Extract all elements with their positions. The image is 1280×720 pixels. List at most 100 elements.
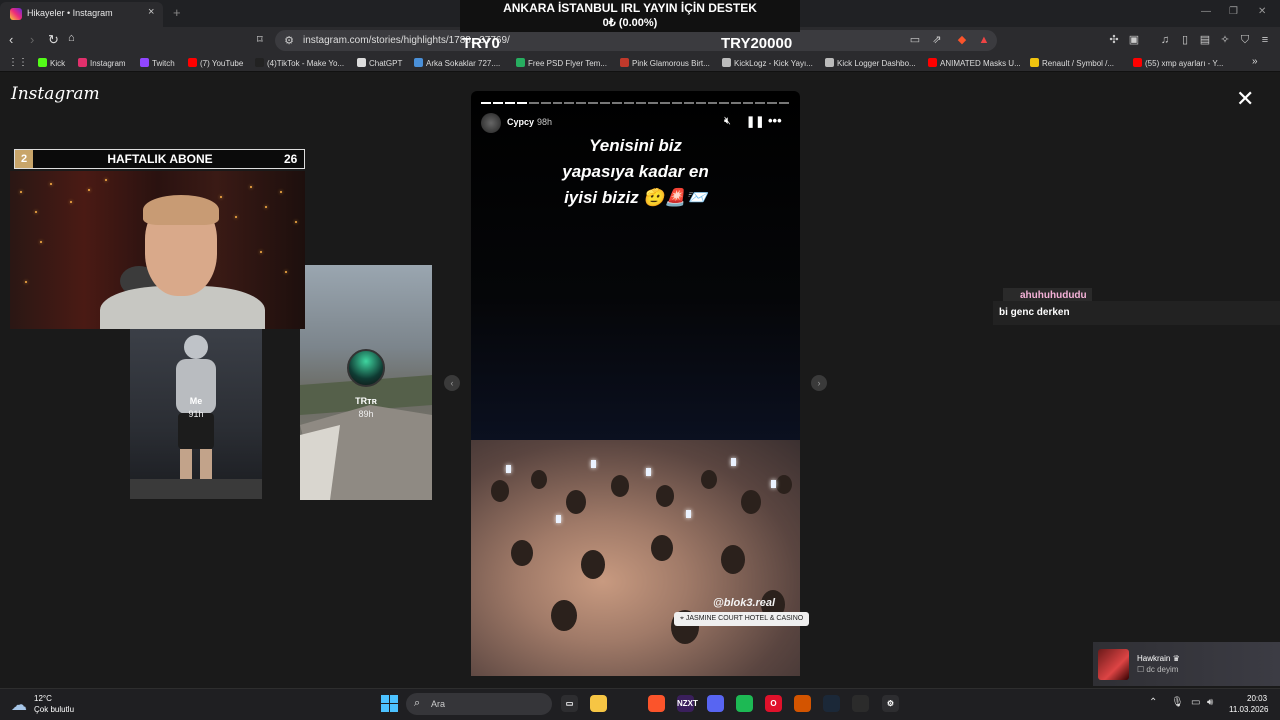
screenshot-icon[interactable]: ▣ [1128, 34, 1140, 46]
forward-icon[interactable]: › [30, 32, 34, 47]
more-options-icon[interactable]: ••• [768, 113, 782, 128]
bookmarks-more-icon[interactable]: » [1252, 56, 1258, 67]
location-sticker[interactable]: ⌖ JASMINE COURT HOTEL & CASINO [674, 612, 810, 626]
volume-icon[interactable]: 🔊︎ [1207, 697, 1213, 708]
donation-goal-max: TRY20000 [721, 35, 793, 52]
start-button[interactable] [381, 695, 398, 712]
brave-rewards-icon[interactable]: ▲ [978, 34, 990, 46]
notification-name: Hawkrain ♛ [1137, 654, 1180, 663]
bookmark-item[interactable]: Pink Glamorous Birt... [620, 58, 710, 68]
bookmark-item[interactable]: Twitch [140, 58, 175, 68]
bookmark-favicon-icon [38, 58, 47, 67]
bookmark-favicon-icon [140, 58, 149, 67]
taskbar-search[interactable] [406, 693, 552, 715]
bookmark-item[interactable]: (7) YouTube [188, 58, 243, 68]
string-light [88, 189, 90, 191]
prev-story-icon[interactable]: ‹ [444, 375, 460, 391]
bookmark-item[interactable]: Instagram [78, 58, 126, 68]
instagram-logo[interactable]: Instagram [11, 84, 100, 104]
next-story-icon[interactable]: › [811, 375, 827, 391]
show-hidden-icons-icon[interactable]: ⌃ [1149, 697, 1157, 708]
story-progress-segment [695, 102, 706, 104]
clock-time[interactable]: 20:03 [1247, 694, 1267, 703]
tab-instagram-stories[interactable]: Hikayeler • Instagram × [0, 2, 163, 27]
bookmark-item[interactable]: Renault / Symbol /... [1030, 58, 1114, 68]
vpn-icon[interactable]: ⛉ [1239, 34, 1251, 46]
story-progress-segment [779, 102, 789, 104]
story-caption-line-1: Yenisini biz [589, 136, 682, 155]
bookmark-item[interactable]: ANIMATED Masks U... [928, 58, 1021, 68]
hair-graphic [143, 195, 219, 225]
weather-temp[interactable]: 12°C [34, 694, 52, 703]
network-icon[interactable]: ▭ [1191, 697, 1200, 708]
bookmark-label: Instagram [90, 59, 126, 68]
back-icon[interactable]: ‹ [9, 32, 13, 47]
bookmark-label: Twitch [152, 59, 175, 68]
string-light [220, 196, 222, 198]
share-icon[interactable]: ⇗ [931, 34, 943, 46]
home-icon[interactable]: ⌂ [68, 32, 75, 44]
weekly-sub-label: HAFTALIK ABONE [107, 152, 213, 166]
new-tab-icon[interactable]: + [173, 5, 181, 20]
weekly-sub-count: 26 [284, 152, 298, 166]
taskbar-settings-icon[interactable]: ⚙ [882, 695, 899, 712]
media-icon[interactable]: ♫ [1159, 34, 1171, 46]
taskbar-steam-icon[interactable] [823, 695, 840, 712]
taskbar-task-view-icon[interactable]: ▭ [561, 695, 578, 712]
brave-shields-icon[interactable]: ◆ [956, 34, 968, 46]
bookmark-label: KickLogz - Kick Yayı... [734, 59, 813, 68]
apps-grid-icon[interactable]: ⋮⋮ [8, 57, 28, 68]
bookmark-item[interactable]: Arka Sokaklar 727.... [414, 58, 500, 68]
site-info-icon[interactable]: ⚙ [283, 35, 295, 47]
taskbar-discord-icon[interactable] [707, 695, 724, 712]
crowd-person [566, 490, 586, 514]
tab-close-icon[interactable]: × [148, 6, 154, 18]
mute-icon[interactable]: 🔇︎ [724, 115, 731, 128]
bookmark-favicon-icon [516, 58, 525, 67]
bookmark-item[interactable]: Kick Logger Dashbo... [825, 58, 916, 68]
bookmark-item[interactable]: (55) xmp ayarları - Y... [1133, 58, 1223, 68]
minimize-icon[interactable]: — [1201, 6, 1211, 17]
sidebar-icon[interactable]: ▯ [1179, 34, 1191, 46]
extensions-icon[interactable]: ✣ [1108, 34, 1120, 46]
bookmark-item[interactable]: Free PSD Flyer Tem... [516, 58, 607, 68]
taskbar-game-app-icon[interactable] [794, 695, 811, 712]
story-user-avatar[interactable] [481, 113, 501, 133]
bookmark-favicon-icon [255, 58, 264, 67]
bookmark-item[interactable]: ChatGPT [357, 58, 402, 68]
taskbar-opera-icon[interactable]: O [765, 695, 782, 712]
menu-icon[interactable]: ≡ [1259, 34, 1271, 46]
reload-icon[interactable]: ↻ [48, 32, 59, 48]
clock-date[interactable]: 11.03.2026 [1229, 705, 1268, 714]
pause-icon[interactable]: ❚❚ [746, 115, 764, 128]
taskbar-file-explorer-icon[interactable] [590, 695, 607, 712]
maximize-icon[interactable]: ❐ [1229, 6, 1238, 17]
bookmark-item[interactable]: Kick [38, 58, 65, 68]
bookmark-favicon-icon [188, 58, 197, 67]
bookmark-item[interactable]: KickLogz - Kick Yayı... [722, 58, 813, 68]
story-progress-segment [564, 102, 575, 104]
close-stories-icon[interactable]: ✕ [1236, 88, 1254, 110]
location-text: JASMINE COURT HOTEL & CASINO [685, 615, 804, 622]
taskbar-spotify-icon[interactable] [736, 695, 753, 712]
story-progress-segment [731, 102, 742, 104]
wallet-icon[interactable]: ▤ [1199, 34, 1211, 46]
story-progress-segment [588, 102, 599, 104]
weather-desc[interactable]: Çok bulutlu [34, 705, 74, 714]
weekly-sub-rank: 2 [15, 150, 33, 168]
phone-light [731, 458, 736, 466]
window-close-icon[interactable]: ✕ [1258, 6, 1266, 17]
bookmark-item[interactable]: (4)TikTok - Make Yo... [255, 58, 344, 68]
microphone-icon[interactable]: 🎙︎ [1171, 697, 1184, 708]
phone-light [556, 515, 561, 523]
cast-icon[interactable]: ▭ [909, 34, 921, 46]
taskbar-obs-icon[interactable] [852, 695, 869, 712]
phone-light [686, 510, 691, 518]
notification-avatar [1098, 649, 1129, 680]
story-username[interactable]: Cypcy [507, 117, 534, 127]
taskbar-nzxt-icon[interactable]: NZXT [677, 695, 698, 712]
taskbar-brave-icon[interactable] [648, 695, 665, 712]
bookmark-page-icon[interactable]: ⌑ [257, 33, 263, 46]
leo-ai-icon[interactable]: ✧ [1219, 34, 1231, 46]
cloud-icon[interactable]: ☁ [11, 695, 27, 715]
